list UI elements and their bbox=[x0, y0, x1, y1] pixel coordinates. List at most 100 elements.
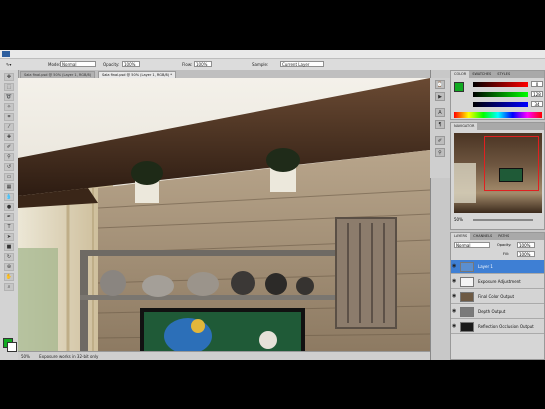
color-panel: COLOR SWATCHES STYLES 0 128 34 bbox=[450, 70, 545, 120]
clone-source-icon[interactable]: ⚲ bbox=[435, 148, 445, 157]
navigator-zoom[interactable]: 50% bbox=[454, 217, 463, 222]
tab-color[interactable]: COLOR bbox=[451, 71, 470, 78]
layer-row-5[interactable]: ◉ Reflection Occlusion Output bbox=[451, 320, 544, 334]
sample-select[interactable]: Current Layer bbox=[280, 61, 324, 67]
tab-layers[interactable]: LAYERS bbox=[451, 233, 471, 240]
canvas-artwork bbox=[18, 78, 430, 351]
blue-slider[interactable] bbox=[473, 102, 528, 107]
zoom-level[interactable]: 50% bbox=[21, 354, 30, 359]
topiary-left bbox=[131, 161, 163, 185]
history-icon[interactable]: ⌚ bbox=[435, 80, 445, 89]
layer-fill-field[interactable]: 100% bbox=[517, 251, 535, 257]
crop-tool-icon[interactable]: ⌗ bbox=[4, 113, 14, 121]
status-bar: 50% Exposure works in 32-bit only bbox=[18, 351, 430, 360]
tab-channels[interactable]: CHANNELS bbox=[470, 233, 495, 240]
lasso-tool-icon[interactable]: ➰ bbox=[4, 93, 14, 101]
actions-icon[interactable]: ▶ bbox=[435, 92, 445, 101]
opacity-field[interactable]: 100% bbox=[122, 61, 140, 67]
background-color-swatch[interactable] bbox=[7, 342, 17, 352]
navigator-panel-tabs: NAVIGATOR bbox=[451, 123, 544, 130]
visibility-eye-icon[interactable]: ◉ bbox=[452, 279, 458, 284]
green-slider[interactable] bbox=[473, 92, 528, 97]
layer-row-4[interactable]: ◉ Depth Output bbox=[451, 305, 544, 319]
eraser-tool-icon[interactable]: ▭ bbox=[4, 173, 14, 181]
move-tool-icon[interactable]: ✥ bbox=[4, 73, 14, 81]
brush-cursor bbox=[259, 331, 277, 349]
navigator-preview[interactable] bbox=[454, 133, 542, 213]
layer-row-3[interactable]: ◉ Final Color Output bbox=[451, 290, 544, 304]
type-tool-icon[interactable]: T bbox=[4, 223, 14, 231]
clone-stamp-tool-icon[interactable]: ⚲ bbox=[4, 153, 14, 161]
path-select-tool-icon[interactable]: ➤ bbox=[4, 233, 14, 241]
3d-rotate-tool-icon[interactable]: ↻ bbox=[4, 253, 14, 261]
blue-value[interactable]: 34 bbox=[531, 101, 543, 107]
layer-fill-label: Fill: bbox=[503, 252, 509, 256]
green-value[interactable]: 128 bbox=[531, 91, 543, 97]
opacity-label: Opacity: bbox=[103, 62, 120, 67]
hand-tool-icon[interactable]: ✋ bbox=[4, 273, 14, 281]
dodge-tool-icon[interactable]: ● bbox=[4, 203, 14, 211]
menu-bar bbox=[0, 50, 545, 59]
layer-thumbnail bbox=[460, 262, 474, 272]
pen-tool-icon[interactable]: ✒ bbox=[4, 213, 14, 221]
layers-panel: LAYERS CHANNELS PATHS Normal Opacity: 100%… bbox=[450, 232, 545, 360]
layer-name: Depth Output bbox=[478, 309, 506, 314]
history-brush-tool-icon[interactable]: ↺ bbox=[4, 163, 14, 171]
tab-swatches[interactable]: SWATCHES bbox=[469, 71, 494, 78]
color-spectrum[interactable] bbox=[454, 112, 542, 118]
layer-thumbnail bbox=[460, 277, 474, 287]
blur-tool-icon[interactable]: 💧 bbox=[4, 193, 14, 201]
tool-preset-icon[interactable]: ✎▾ bbox=[6, 61, 11, 68]
navigator-view-box[interactable] bbox=[484, 136, 539, 191]
garden-view bbox=[18, 248, 58, 351]
mode-label: Mode: bbox=[48, 62, 61, 67]
blend-mode-select[interactable]: Normal bbox=[454, 242, 490, 248]
paragraph-icon[interactable]: ¶ bbox=[435, 120, 445, 129]
visibility-eye-icon[interactable]: ◉ bbox=[452, 294, 458, 299]
gradient-tool-icon[interactable]: ▦ bbox=[4, 183, 14, 191]
tab-styles[interactable]: STYLES bbox=[494, 71, 513, 78]
visibility-eye-icon[interactable]: ◉ bbox=[452, 324, 458, 329]
visibility-eye-icon[interactable]: ◉ bbox=[452, 309, 458, 314]
healing-tool-icon[interactable]: ✚ bbox=[4, 133, 14, 141]
3d-orbit-tool-icon[interactable]: ⊛ bbox=[4, 263, 14, 271]
layer-opacity-field[interactable]: 100% bbox=[517, 242, 535, 248]
layer-row-1[interactable]: ◉ Layer 1 bbox=[451, 260, 544, 274]
layer-thumbnail bbox=[460, 292, 474, 302]
layer-row-2[interactable]: ◉ Exposure Adjustment bbox=[451, 275, 544, 289]
navigator-zoom-slider[interactable] bbox=[473, 219, 533, 221]
sphere-2 bbox=[265, 273, 287, 295]
layer-thumbnail bbox=[460, 322, 474, 332]
tab-navigator[interactable]: NAVIGATOR bbox=[451, 123, 478, 130]
red-slider[interactable] bbox=[473, 82, 528, 87]
character-icon[interactable]: A bbox=[435, 108, 445, 117]
tab-document-1[interactable]: Sala final.psd @ 50% (Layer 1, RGB/8) bbox=[20, 71, 96, 78]
vase-3 bbox=[187, 272, 219, 296]
mode-select[interactable]: Normal bbox=[60, 61, 96, 67]
red-value[interactable]: 0 bbox=[531, 81, 543, 87]
eyedropper-tool-icon[interactable]: ⁄ bbox=[4, 123, 14, 131]
marquee-tool-icon[interactable]: ⬚ bbox=[4, 83, 14, 91]
upper-shelf bbox=[80, 250, 338, 256]
brushes-icon[interactable]: ✐ bbox=[435, 136, 445, 145]
layer-thumbnail bbox=[460, 307, 474, 317]
quick-select-tool-icon[interactable]: ✧ bbox=[4, 103, 14, 111]
layers-panel-tabs: LAYERS CHANNELS PATHS bbox=[451, 233, 544, 240]
brush-tool-icon[interactable]: ✐ bbox=[4, 143, 14, 151]
app-logo bbox=[2, 51, 10, 57]
color-fg-swatch[interactable] bbox=[454, 82, 464, 92]
tab-document-2[interactable]: Sala final.psd @ 50% (Layer 1, RGB/8) * bbox=[98, 71, 176, 78]
document-canvas[interactable] bbox=[18, 78, 430, 351]
zoom-tool-icon[interactable]: ⌕ bbox=[4, 283, 14, 291]
photoshop-window: ✎▾ Mode: Normal Opacity: 100% Flow: 100%… bbox=[0, 50, 545, 360]
shape-tool-icon[interactable]: ■ bbox=[4, 243, 14, 251]
status-info: Exposure works in 32-bit only bbox=[39, 354, 99, 359]
flow-field[interactable]: 100% bbox=[194, 61, 212, 67]
visibility-eye-icon[interactable]: ◉ bbox=[452, 264, 458, 269]
sphere-3 bbox=[296, 277, 314, 295]
flow-label: Flow: bbox=[182, 62, 193, 67]
navigator-panel: NAVIGATOR 50% bbox=[450, 122, 545, 230]
topiary-right bbox=[266, 148, 300, 172]
layer-name: Layer 1 bbox=[478, 264, 493, 269]
tab-paths[interactable]: PATHS bbox=[495, 233, 512, 240]
